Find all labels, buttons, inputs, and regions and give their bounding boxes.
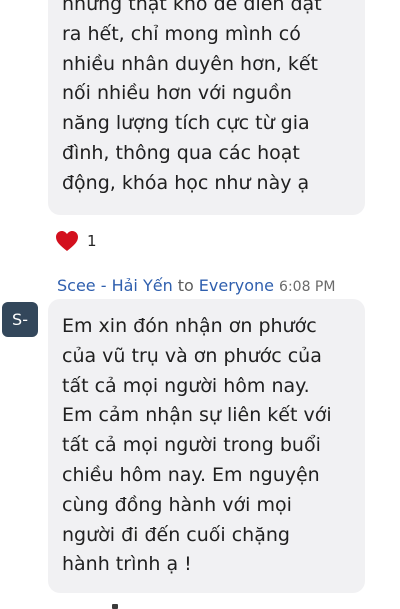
message-text: những thật khó để diễn đạt ra hết, chỉ m… bbox=[62, 0, 322, 194]
sender-name[interactable]: Scee - Hải Yến bbox=[57, 276, 173, 295]
message-bubble: những thật khó để diễn đạt ra hết, chỉ m… bbox=[48, 0, 365, 215]
reaction-heart[interactable]: 1 bbox=[55, 229, 97, 253]
reaction-count: 1 bbox=[87, 232, 97, 250]
message-text: Em xin đón nhận ơn phước của vũ trụ và ơ… bbox=[62, 315, 332, 576]
message-timestamp: 6:08 PM bbox=[279, 279, 336, 295]
heart-icon bbox=[56, 231, 78, 251]
message-header: Scee - Hải Yến to Everyone 6:08 PM bbox=[57, 276, 335, 298]
avatar[interactable]: S- bbox=[2, 302, 38, 337]
next-message-fragment bbox=[112, 604, 118, 609]
message-bubble: Em xin đón nhận ơn phước của vũ trụ và ơ… bbox=[48, 299, 365, 593]
to-label: to bbox=[177, 276, 194, 295]
recipient-name[interactable]: Everyone bbox=[199, 276, 274, 295]
